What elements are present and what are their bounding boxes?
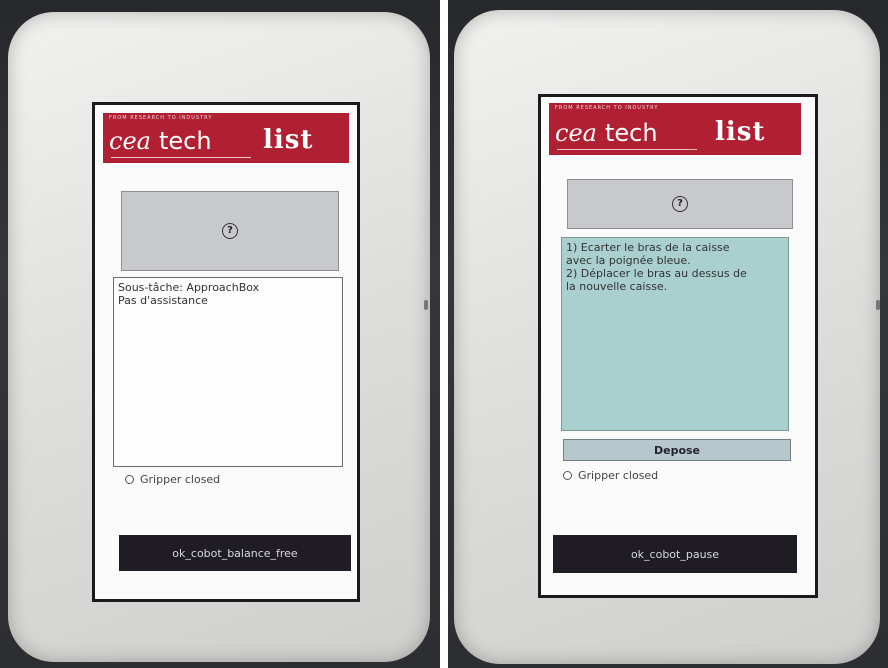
mount-screw: [424, 300, 428, 310]
banner-tagline: FROM RESEARCH TO INDUSTRY: [555, 105, 659, 111]
action-button[interactable]: ok_cobot_balance_free: [119, 535, 351, 571]
left-photo: FROM RESEARCH TO INDUSTRY cea tech list …: [0, 0, 440, 668]
gripper-closed-label: Gripper closed: [140, 473, 221, 486]
right-photo: FROM RESEARCH TO INDUSTRY cea tech list …: [448, 0, 888, 668]
mount-screw: [876, 300, 880, 310]
message-panel: Sous-tâche: ApproachBox Pas d'assistance: [113, 277, 343, 467]
tablet-screen-right: FROM RESEARCH TO INDUSTRY cea tech list …: [538, 94, 818, 598]
logo-cea: cea: [109, 127, 151, 155]
logo-underline: [557, 149, 697, 150]
action-button[interactable]: ok_cobot_pause: [553, 535, 797, 573]
depose-button[interactable]: Depose: [563, 439, 791, 461]
logo-list: list: [263, 125, 314, 155]
logo-tech: tech: [605, 119, 658, 147]
question-icon: ?: [672, 196, 688, 212]
help-button[interactable]: ?: [567, 179, 793, 229]
logo-cea: cea: [555, 119, 597, 147]
tablet-screen-left: FROM RESEARCH TO INDUSTRY cea tech list …: [92, 102, 360, 602]
help-button[interactable]: ?: [121, 191, 339, 271]
radio-circle-icon: [125, 475, 134, 484]
photo-separator: [440, 0, 448, 668]
question-icon: ?: [222, 223, 238, 239]
radio-circle-icon: [563, 471, 572, 480]
logo-tech: tech: [159, 127, 212, 155]
logo-list: list: [715, 117, 766, 147]
banner-tagline: FROM RESEARCH TO INDUSTRY: [109, 115, 213, 121]
tablet-bezel-right: FROM RESEARCH TO INDUSTRY cea tech list …: [454, 10, 880, 664]
gripper-closed-label: Gripper closed: [578, 469, 659, 482]
instruction-panel: 1) Ecarter le bras de la caisse avec la …: [561, 237, 789, 431]
ceatech-list-banner: FROM RESEARCH TO INDUSTRY cea tech list: [549, 103, 801, 155]
ceatech-list-banner: FROM RESEARCH TO INDUSTRY cea tech list: [103, 113, 349, 163]
gripper-closed-radio[interactable]: Gripper closed: [125, 473, 220, 486]
logo-underline: [111, 157, 251, 158]
tablet-bezel-left: FROM RESEARCH TO INDUSTRY cea tech list …: [8, 12, 430, 662]
gripper-closed-radio[interactable]: Gripper closed: [563, 469, 658, 482]
